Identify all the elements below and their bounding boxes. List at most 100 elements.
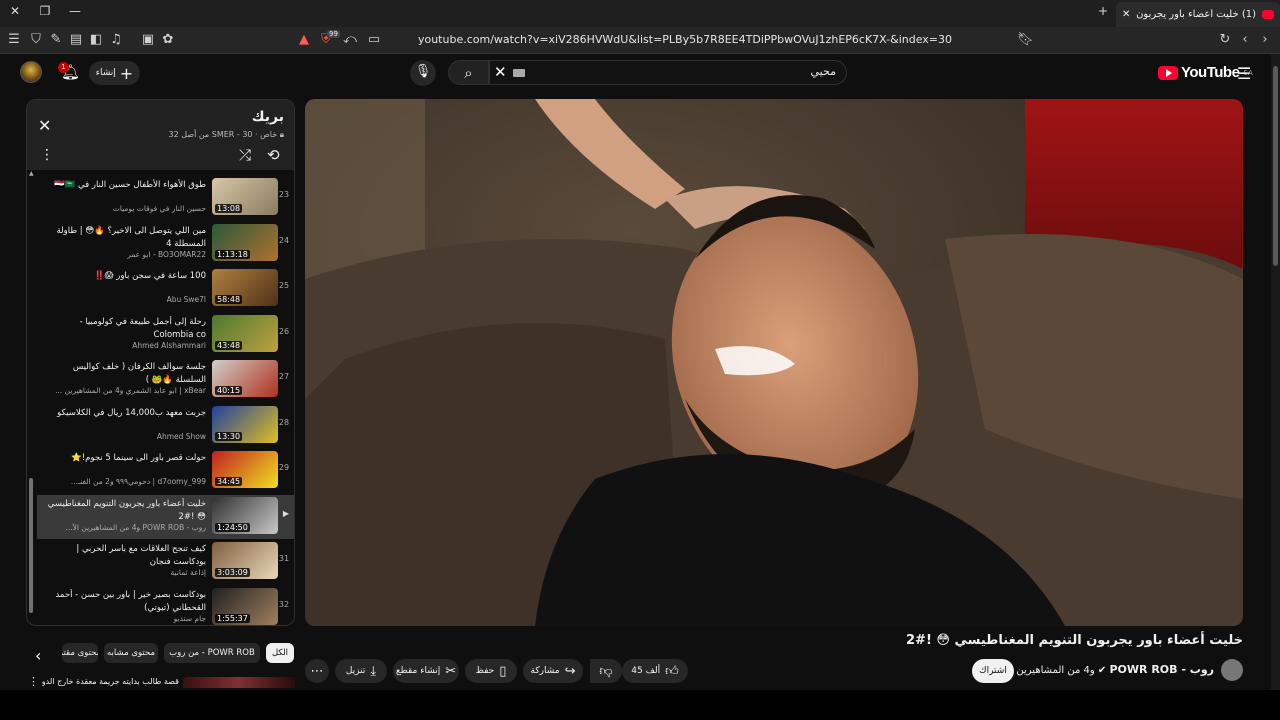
browser-address-bar: ☰ ⛉ ✎ ▤ ◧ ♫ ▣ ✿ ▲ ⛨ 99 ⤺ ▭ youtube.com/w… <box>0 27 1280 54</box>
tab-close-icon[interactable]: ✕ <box>1122 9 1130 20</box>
forward-icon[interactable]: ‹ <box>1237 32 1253 47</box>
playlist-item-title[interactable]: رحلة إلى أجمل طبيعة في كولومبيا - Colomb… <box>46 316 206 342</box>
reader-icon[interactable]: ▤ <box>68 32 84 47</box>
video-frame <box>305 99 1243 626</box>
brush-icon[interactable]: ✎ <box>48 32 64 47</box>
chip-recommended[interactable]: محتوى مقتر <box>62 643 98 663</box>
shield-icon[interactable]: ⛉ <box>28 32 44 47</box>
brave-rewards-icon[interactable]: ▲ <box>296 32 312 47</box>
back-icon[interactable]: › <box>1257 32 1273 47</box>
download-button[interactable]: تنزيل ⤓ <box>335 659 387 683</box>
channel-name[interactable]: روب - POWR ROB ✔ و4 من المشاهيرين الآخري… <box>983 663 1214 676</box>
next-video-thumbnail[interactable] <box>183 677 295 688</box>
search-button[interactable]: ⌕ <box>448 60 489 85</box>
clear-search-icon[interactable]: ✕ <box>494 63 507 81</box>
url-field[interactable]: youtube.com/watch?v=xiV286HVWdU&list=PLB… <box>360 33 1010 46</box>
playlist-item-thumbnail[interactable]: 40:15 <box>212 360 278 397</box>
share-page-icon[interactable]: ⤺ <box>342 32 358 47</box>
voice-search-button[interactable]: 🎙︎ <box>410 60 436 86</box>
playlist-item[interactable]: ▶ 1:24:50 خليت أعضاء باور يجربون التنويم ا… <box>37 494 294 539</box>
likes-count: 45 ألف <box>631 666 661 676</box>
playlist-item-title[interactable]: 100 ساعة في سجن باور 😱‼️ <box>46 270 206 283</box>
playlist-item-title[interactable]: كيف تنجح العلاقات مع باسر الحربي | بودكا… <box>46 543 206 569</box>
playlist-item-duration: 34:45 <box>215 477 243 486</box>
playlist-item-thumbnail[interactable]: 58:48 <box>212 269 278 306</box>
playlist-item-thumbnail[interactable]: 13:08 <box>212 178 278 215</box>
next-video-title[interactable]: قصة طالب بدايته جريمة معقدة خارج الدولة … <box>42 677 179 686</box>
playlist-item-title[interactable]: جربت معهد ب14,000 ريال في الكلاسيكو <box>46 407 206 420</box>
menu-icon[interactable]: ☰ <box>6 32 22 47</box>
playlist-item[interactable]: 24 1:13:18 مين اللي يتوصل الى الاخير؟ 🔥😳 |… <box>37 222 294 266</box>
lock-icon: 🔒︎ <box>279 130 284 139</box>
dislike-button[interactable]: 👎︎ <box>590 659 622 683</box>
chip-related[interactable]: محتوى مشابه <box>104 643 158 663</box>
account-avatar[interactable] <box>20 61 42 83</box>
thumbs-up-icon: 👍︎ <box>665 663 679 679</box>
more-actions-button[interactable]: ⋯ <box>305 659 329 683</box>
playlist-more-icon[interactable]: ⋮ <box>40 147 54 163</box>
window-maximize-icon[interactable]: ❐ <box>36 4 54 18</box>
playlist-item-duration: 13:08 <box>215 204 243 213</box>
create-label: إنشاء <box>95 68 116 78</box>
extensions-icon[interactable]: ✿ <box>160 32 176 47</box>
channel-avatar[interactable] <box>1221 659 1243 681</box>
chip-all[interactable]: الكل <box>266 643 294 663</box>
playlist-item[interactable]: 23 13:08 طوق الأهواء الأطفال حسين النار في… <box>37 176 294 220</box>
playlist-item-channel: BO3OMAR22 - ابو عمر <box>127 249 206 259</box>
playlist-item[interactable]: 28 13:30 جربت معهد ب14,000 ريال في الكلاسي… <box>37 404 294 448</box>
reload-icon[interactable]: ↻ <box>1217 32 1233 47</box>
playlist-item[interactable]: 26 43:48 رحلة إلى أجمل طبيعة في كولومبيا -… <box>37 313 294 357</box>
close-playlist-icon[interactable]: ✕ <box>38 116 51 135</box>
playlist-item-thumbnail[interactable]: 3:03:09 <box>212 542 278 579</box>
share-button[interactable]: مشاركة ↪ <box>523 659 583 683</box>
clip-button[interactable]: إنشاء مقطع ✂ <box>393 659 459 683</box>
playlist-item-title[interactable]: حولت قصر باور الى سينما 5 نجوم!⭐ <box>46 452 206 465</box>
shuffle-icon[interactable]: ⤮ <box>239 146 251 164</box>
playlist-item-title[interactable]: جلسة سوالف الكرفان ( خلف كواليس السلسلة … <box>46 361 206 387</box>
chips-previous-icon[interactable]: ‹ <box>35 646 41 665</box>
create-button[interactable]: إنشاء + <box>89 61 140 85</box>
playlist-item[interactable]: 32 1:55:37 بودكاست بصير خير | باور بين حسن… <box>37 586 294 626</box>
playlist-item-channel: Ahmed Show <box>156 431 206 441</box>
playlist-item[interactable]: 27 40:15 جلسة سوالف الكرفان ( خلف كواليس ا… <box>37 358 294 402</box>
playlist-scroll-thumb[interactable] <box>29 478 33 613</box>
playlist-item-duration: 1:55:37 <box>215 613 250 623</box>
playlist-item[interactable]: 31 3:03:09 كيف تنجح العلاقات مع باسر الحرب… <box>37 540 294 584</box>
keyboard-icon[interactable] <box>513 69 525 77</box>
youtube-logo[interactable]: YouTube SA <box>1158 64 1253 81</box>
chip-from-channel[interactable]: من روب - POWR ROB <box>164 643 260 663</box>
download-label: تنزيل <box>345 666 366 676</box>
music-icon[interactable]: ♫ <box>108 32 124 47</box>
loop-icon[interactable]: ⟲ <box>267 146 280 164</box>
subscribe-button[interactable]: اشتراك <box>972 659 1014 683</box>
page-scroll-thumb[interactable] <box>1273 66 1278 266</box>
browser-tab[interactable]: (1) خليت أعضاء باور يجربون التنويم المغن… <box>1116 2 1280 27</box>
page-scrollbar[interactable] <box>1271 54 1280 690</box>
playlist-scrollbar[interactable]: ▲ <box>29 170 34 618</box>
like-button[interactable]: 45 ألف 👍︎ <box>622 659 688 683</box>
playlist-item-thumbnail[interactable]: 13:30 <box>212 405 278 443</box>
playlist-item[interactable]: 25 58:48 100 ساعة في سجن باور 😱‼️ Abu Swe7l <box>37 267 294 311</box>
playlist-item-thumbnail[interactable]: 1:24:50 <box>212 496 278 534</box>
sidebar-icon[interactable]: ◧ <box>88 32 104 47</box>
playlist-item-title[interactable]: طوق الأهواء الأطفال حسين النار في 🇾🇪🇸🇦 <box>46 179 206 192</box>
next-video-more-icon[interactable]: ⋮ <box>28 675 39 688</box>
window-close-icon[interactable]: ✕ <box>6 4 24 18</box>
bookmark-icon[interactable]: 🔖︎ <box>1017 32 1034 47</box>
scroll-up-icon[interactable]: ▲ <box>29 170 34 177</box>
search-input[interactable]: محيي ✕ <box>489 60 847 85</box>
playlist-item-title[interactable]: بودكاست بصير خير | باور بين حسن - أحمد ا… <box>46 589 206 615</box>
playlist-item-thumbnail[interactable]: 34:45 <box>212 451 278 488</box>
video-player[interactable] <box>305 99 1243 626</box>
save-button[interactable]: حفظ ▯ <box>465 659 517 683</box>
window-minimize-icon[interactable]: — <box>66 4 84 18</box>
playlist-item-thumbnail[interactable]: 43:48 <box>212 314 278 352</box>
playlist-item-title[interactable]: مين اللي يتوصل الى الاخير؟ 🔥😳 | طاولة ال… <box>46 225 206 251</box>
playlist-title[interactable]: بريك <box>252 109 284 125</box>
playlist-item-title[interactable]: خليت أعضاء باور يجربون التنويم المغناطيس… <box>46 498 206 524</box>
wallet-icon[interactable]: ▣ <box>140 32 156 47</box>
playlist-item[interactable]: 29 34:45 حولت قصر باور الى سينما 5 نجوم!⭐ d… <box>37 449 294 493</box>
playlist-item-thumbnail[interactable]: 1:13:18 <box>212 223 278 261</box>
new-tab-icon[interactable]: + <box>1094 4 1112 18</box>
playlist-item-thumbnail[interactable]: 1:55:37 <box>212 587 278 625</box>
